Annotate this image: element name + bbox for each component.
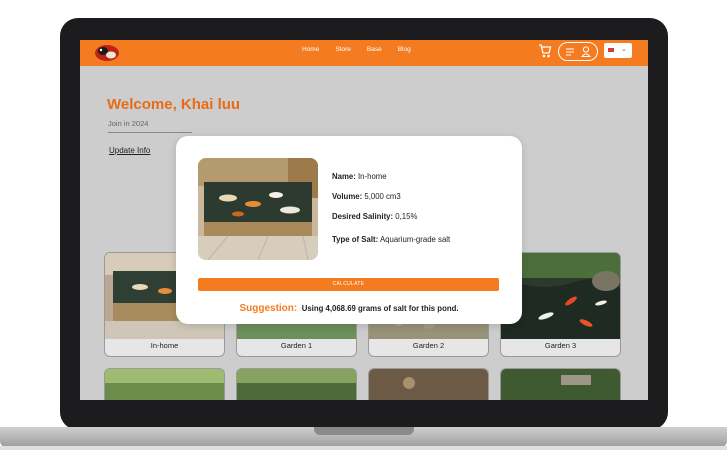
- salinity-label: Desired Salinity:: [332, 212, 394, 221]
- browser-screen: Home Store Base Blog ⌄ Welcome, Khai luu…: [80, 40, 648, 400]
- pond-image: [237, 369, 356, 400]
- user-icon[interactable]: [581, 46, 591, 57]
- nav-link-base[interactable]: Base: [367, 46, 382, 53]
- salinity-row: Desired Salinity: 0,15%: [332, 212, 417, 221]
- suggestion-label: Suggestion:: [239, 303, 298, 314]
- pond-image: [501, 369, 620, 400]
- flag-icon: [608, 48, 614, 52]
- koi-logo[interactable]: [92, 42, 122, 64]
- laptop-notch: [314, 427, 414, 435]
- chevron-down-icon: ⌄: [621, 45, 627, 53]
- volume-value: 5,000 cm3: [364, 192, 401, 201]
- pond-label: Garden 2: [412, 341, 445, 350]
- name-label: Name:: [332, 172, 356, 181]
- nav-link-store[interactable]: Store: [335, 46, 351, 53]
- pond-label: Garden 1: [280, 341, 313, 350]
- nav-link-blog[interactable]: Blog: [398, 46, 411, 53]
- pond-name-row: Name: In-home: [332, 172, 387, 181]
- calculate-button[interactable]: CALCULATE: [198, 278, 499, 291]
- menu-icon[interactable]: [566, 47, 575, 56]
- salt-calculator-modal: Name: In-home Volume: 5,000 cm3 Desired …: [176, 136, 522, 324]
- pond-image: [105, 369, 224, 400]
- account-pill[interactable]: [558, 42, 598, 61]
- top-nav: Home Store Base Blog ⌄: [80, 40, 648, 66]
- pond-card[interactable]: [500, 368, 621, 400]
- pond-card[interactable]: [236, 368, 357, 400]
- language-select[interactable]: ⌄: [604, 43, 632, 58]
- name-value: In-home: [358, 172, 387, 181]
- pond-card[interactable]: [368, 368, 489, 400]
- nav-link-home[interactable]: Home: [302, 46, 319, 53]
- pond-label: In-home: [150, 341, 179, 350]
- welcome-heading: Welcome, Khai luu: [107, 96, 241, 113]
- volume-label: Volume:: [332, 192, 363, 201]
- volume-row: Volume: 5,000 cm3: [332, 192, 401, 201]
- divider: [108, 132, 192, 133]
- pond-label: Garden 3: [544, 341, 577, 350]
- cart-icon[interactable]: [538, 43, 552, 59]
- suggestion-line: Suggestion: Using 4,068.69 grams of salt…: [176, 298, 522, 316]
- salt-type-row: Type of Salt: Aquarium-grade salt: [332, 235, 450, 244]
- update-info-link[interactable]: Update Info: [109, 146, 150, 155]
- salt-type-value: Aquarium-grade salt: [379, 235, 451, 244]
- pond-card[interactable]: [104, 368, 225, 400]
- join-date: Join in 2024: [108, 119, 149, 128]
- pond-image: [198, 158, 318, 260]
- suggestion-text: Using 4,068.69 grams of salt for this po…: [301, 304, 459, 313]
- salinity-value: 0,15%: [395, 212, 418, 221]
- pond-image: [369, 369, 488, 400]
- salt-type-label: Type of Salt:: [332, 235, 379, 244]
- laptop-shadow: [0, 446, 727, 450]
